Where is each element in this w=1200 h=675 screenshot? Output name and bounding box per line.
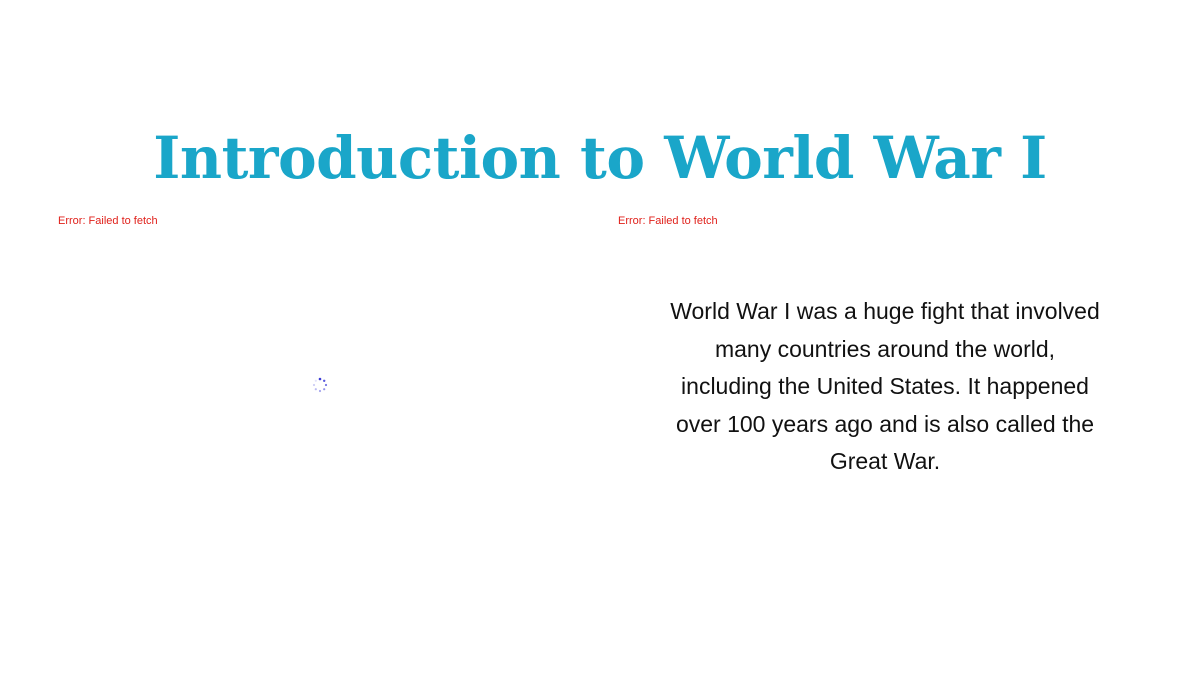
left-image-error-message: Error: Failed to fetch <box>58 215 158 227</box>
loading-spinner-icon <box>312 377 328 393</box>
slide-title: Introduction to World War I <box>153 124 1047 192</box>
slide: Introduction to World War I Error: Faile… <box>0 0 1200 675</box>
right-image-error-message: Error: Failed to fetch <box>618 215 718 227</box>
slide-body-text: World War I was a huge fight that involv… <box>670 298 1100 474</box>
